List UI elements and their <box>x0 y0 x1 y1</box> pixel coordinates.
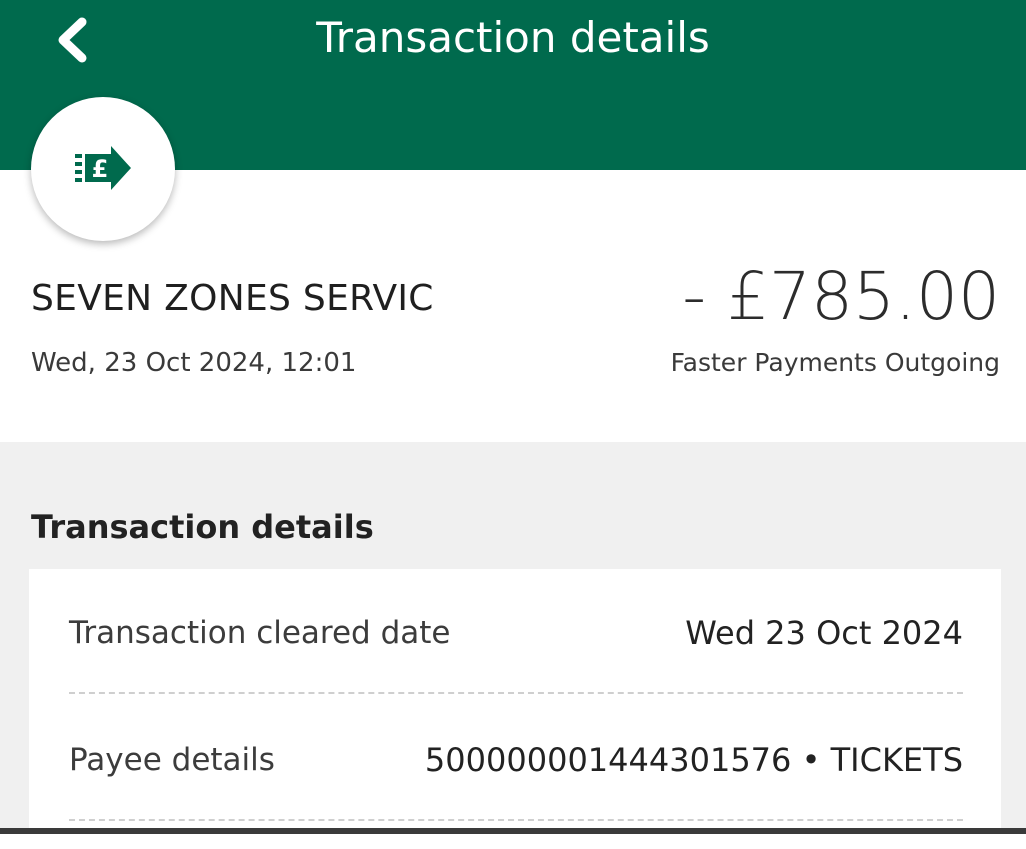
detail-row-payee-details: Payee details 500000001444301576 • TICKE… <box>69 730 963 790</box>
pound-glyph: £ <box>92 155 109 183</box>
faster-payment-pound-icon: £ <box>75 146 131 190</box>
details-section: Transaction details Transaction cleared … <box>0 442 1026 849</box>
page-title: Transaction details <box>316 13 710 62</box>
payment-type: Faster Payments Outgoing <box>670 348 1000 377</box>
transaction-amount: - £785.00 <box>682 258 1000 335</box>
detail-label: Payee details <box>69 742 275 778</box>
details-card: Transaction cleared date Wed 23 Oct 2024… <box>29 569 1001 849</box>
section-heading: Transaction details <box>31 508 374 546</box>
detail-label: Transaction cleared date <box>69 615 451 651</box>
detail-value: Wed 23 Oct 2024 <box>685 614 963 652</box>
detail-row-cleared-date: Transaction cleared date Wed 23 Oct 2024 <box>69 603 963 663</box>
payee-name: SEVEN ZONES SERVIC <box>31 278 434 319</box>
detail-value: 500000001444301576 • TICKETS <box>424 741 963 779</box>
bottom-edge <box>0 828 1026 834</box>
divider <box>69 692 963 694</box>
transaction-type-avatar: £ <box>31 97 175 241</box>
transaction-datetime: Wed, 23 Oct 2024, 12:01 <box>31 348 357 378</box>
divider <box>69 819 963 821</box>
